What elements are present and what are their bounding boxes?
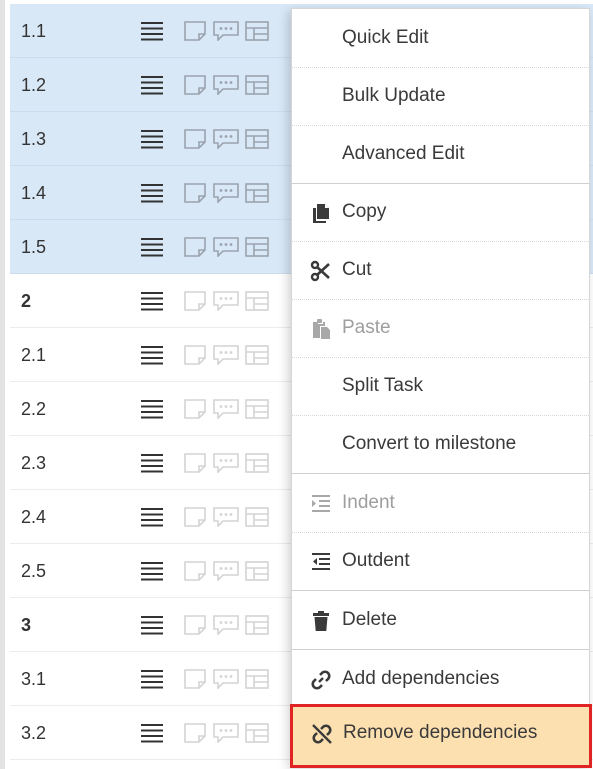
hamburger-icon[interactable]: [141, 615, 163, 635]
row-number: 1.4: [21, 183, 47, 203]
row-action-icons: [183, 615, 269, 635]
outdent-icon: [310, 551, 332, 573]
menu-item-label: Split Task: [342, 375, 423, 396]
hamburger-icon[interactable]: [141, 75, 163, 95]
row-action-icons: [183, 237, 269, 257]
menu-item-remove-dependencies[interactable]: Remove dependencies: [290, 704, 592, 768]
row-action-icons: [183, 561, 269, 581]
hamburger-icon[interactable]: [141, 291, 163, 311]
menu-item-paste[interactable]: Paste: [292, 299, 589, 357]
menu-item-label: Cut: [342, 259, 372, 280]
row-action-icons: [183, 399, 269, 419]
row-number: 3.1: [21, 669, 47, 689]
row-action-icons: [183, 291, 269, 311]
menu-item-delete[interactable]: Delete: [292, 591, 589, 649]
menu-item-label: Add dependencies: [342, 668, 500, 689]
hamburger-icon[interactable]: [141, 723, 163, 743]
row-action-icons: [183, 507, 269, 527]
row-action-icons: [183, 183, 269, 203]
link-icon: [310, 669, 332, 691]
hamburger-icon[interactable]: [141, 345, 163, 365]
menu-item-label: Indent: [342, 492, 395, 513]
menu-item-split-task[interactable]: Split Task: [292, 357, 589, 415]
row-action-icons: [183, 345, 269, 365]
menu-item-cut[interactable]: Cut: [292, 241, 589, 299]
row-action-icons: [183, 129, 269, 149]
hamburger-icon[interactable]: [141, 399, 163, 419]
copy-icon: [310, 202, 332, 224]
menu-item-label: Advanced Edit: [342, 143, 465, 164]
row-number: 2.4: [21, 507, 47, 527]
hamburger-icon[interactable]: [141, 129, 163, 149]
menu-item-label: Quick Edit: [342, 27, 429, 48]
row-number: 2.2: [21, 399, 47, 419]
menu-item-convert-to-milestone[interactable]: Convert to milestone: [292, 415, 589, 473]
menu-item-label: Paste: [342, 317, 391, 338]
hamburger-icon[interactable]: [141, 561, 163, 581]
row-number: 3.2: [21, 723, 47, 743]
menu-item-label: Convert to milestone: [342, 433, 517, 454]
menu-item-label: Outdent: [342, 550, 410, 571]
row-action-icons: [183, 453, 269, 473]
menu-item-label: Bulk Update: [342, 85, 446, 106]
paste-icon: [310, 318, 332, 340]
row-number: 1.3: [21, 129, 47, 149]
hamburger-icon[interactable]: [141, 237, 163, 257]
row-number: 2.1: [21, 345, 47, 365]
menu-item-label: Copy: [342, 201, 387, 222]
row-number: 2: [21, 291, 32, 311]
row-number: 3: [21, 615, 32, 635]
hamburger-icon[interactable]: [141, 21, 163, 41]
menu-item-advanced-edit[interactable]: Advanced Edit: [292, 125, 589, 183]
menu-item-indent[interactable]: Indent: [292, 474, 589, 532]
menu-item-quick-edit[interactable]: Quick Edit: [292, 9, 589, 67]
row-action-icons: [183, 669, 269, 689]
hamburger-icon[interactable]: [141, 669, 163, 689]
row-number: 1.1: [21, 21, 47, 41]
unlink-icon: [311, 723, 333, 745]
row-number: 2.3: [21, 453, 47, 473]
menu-item-bulk-update[interactable]: Bulk Update: [292, 67, 589, 125]
context-menu: Quick Edit Bulk Update Advanced Edit Cop…: [290, 8, 592, 768]
scissors-icon: [310, 260, 332, 282]
menu-item-outdent[interactable]: Outdent: [292, 532, 589, 590]
hamburger-icon[interactable]: [141, 507, 163, 527]
hamburger-icon[interactable]: [141, 453, 163, 473]
row-action-icons: [183, 723, 269, 743]
hamburger-icon[interactable]: [141, 183, 163, 203]
menu-item-label: Remove dependencies: [343, 722, 538, 743]
menu-item-label: Delete: [342, 609, 397, 630]
menu-item-add-dependencies[interactable]: Add dependencies: [292, 650, 589, 708]
row-action-icons: [183, 75, 269, 95]
trash-icon: [310, 610, 332, 632]
row-action-icons: [183, 21, 269, 41]
row-number: 1.2: [21, 75, 47, 95]
row-number: 1.5: [21, 237, 47, 257]
indent-icon: [310, 493, 332, 515]
row-number: 2.5: [21, 561, 47, 581]
menu-item-copy[interactable]: Copy: [292, 183, 589, 241]
